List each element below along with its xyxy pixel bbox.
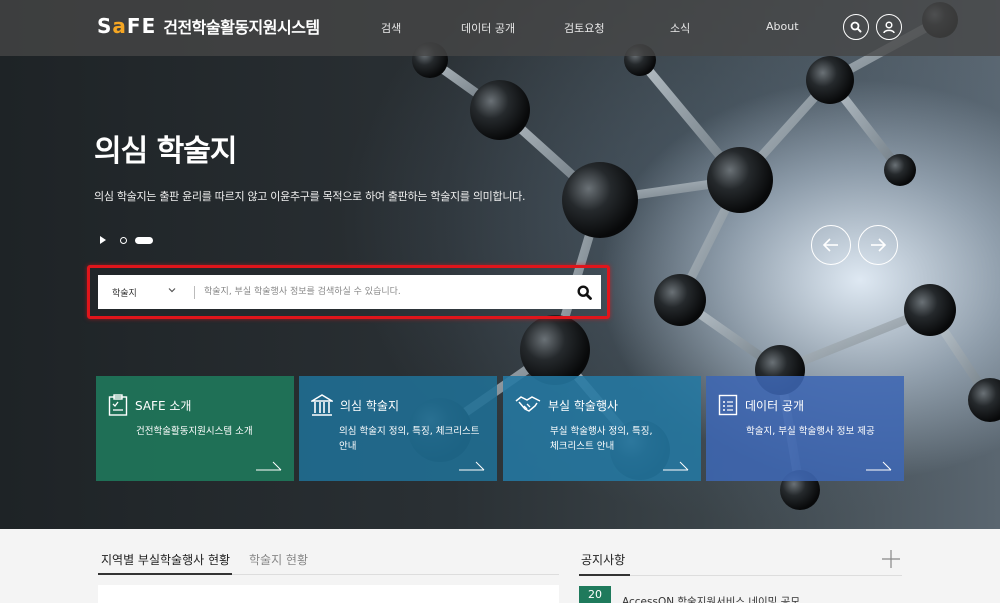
tab-journal-status[interactable]: 학술지 현황 <box>249 551 308 568</box>
card-description: 건전학술활동지원시스템 소개 <box>136 426 253 437</box>
tab-regional-predatory-conference[interactable]: 지역별 부실학술행사 현황 <box>101 551 230 568</box>
card-data-open[interactable]: 데이터 공개 학술지, 부실 학술행사 정보 제공 <box>706 376 904 481</box>
play-icon[interactable] <box>100 236 106 244</box>
bottom-section: 지역별 부실학술행사 현황 학술지 현황 공지사항 20 AccessON 학술… <box>0 529 1000 603</box>
plus-icon[interactable] <box>881 549 901 569</box>
card-safe-intro[interactable]: SAFE 소개 건전학술활동지원시스템 소개 <box>96 376 294 481</box>
handshake-icon <box>515 396 541 412</box>
search-icon <box>576 284 592 300</box>
card-description: 의심 학술지 정의, 특징, 체크리스트 안내 <box>339 426 480 452</box>
tab-underline <box>232 574 559 575</box>
search-icon <box>850 21 862 33</box>
card-title: SAFE 소개 <box>135 398 192 413</box>
notice-divider <box>630 575 902 576</box>
building-icon <box>311 394 333 416</box>
nav-about[interactable]: About <box>766 20 799 33</box>
hero-title: 의심 학술지 <box>94 134 237 169</box>
search-submit-button[interactable] <box>567 275 601 309</box>
logo[interactable]: SaFE 건전학술활동지원시스템 <box>97 14 320 38</box>
long-arrow-icon <box>663 461 689 471</box>
card-predatory-conference[interactable]: 부실 학술행사 부실 학술행사 정의, 특징, 체크리스트 안내 <box>503 376 701 481</box>
search-category-value: 학술지 <box>112 288 137 299</box>
notice-item[interactable]: AccessON 학술지원서비스 네이밍 공모 <box>622 594 800 603</box>
next-slide-button[interactable] <box>858 225 898 265</box>
header-user-button[interactable] <box>876 14 902 40</box>
nav-data-open[interactable]: 데이터 공개 <box>461 20 515 36</box>
card-title: 부실 학술행사 <box>548 398 619 413</box>
search-input[interactable] <box>195 275 567 309</box>
notice-section-title: 공지사항 <box>581 553 626 567</box>
document-list-icon <box>718 394 738 416</box>
tab-content-panel <box>98 585 559 603</box>
user-icon <box>883 20 895 33</box>
slide-indicator-2-active[interactable] <box>135 236 153 244</box>
long-arrow-icon <box>459 461 485 471</box>
header-search-button[interactable] <box>843 14 869 40</box>
tab-active-indicator <box>98 573 232 575</box>
nav-review-request[interactable]: 검토요청 <box>564 20 604 36</box>
prev-slide-button[interactable] <box>811 225 851 265</box>
logo-text: 건전학술활동지원시스템 <box>163 18 320 37</box>
card-title: 데이터 공개 <box>745 398 805 413</box>
card-description: 학술지, 부실 학술행사 정보 제공 <box>746 426 875 437</box>
notice-title-underline <box>579 574 630 576</box>
logo-mark: SaFE <box>97 14 157 38</box>
card-title: 의심 학술지 <box>340 398 400 413</box>
nav-search[interactable]: 검색 <box>381 20 401 36</box>
arrow-right-icon <box>871 238 887 252</box>
card-description: 부실 학술행사 정의, 특징, 체크리스트 안내 <box>550 426 653 452</box>
long-arrow-icon <box>256 461 282 471</box>
nav-news[interactable]: 소식 <box>670 20 690 36</box>
hero-description: 의심 학술지는 출판 윤리를 따르지 않고 이윤추구를 목적으로 하여 출판하는… <box>94 190 526 203</box>
clipboard-icon <box>108 394 128 416</box>
arrow-left-icon <box>822 238 838 252</box>
slide-controls <box>100 236 153 244</box>
long-arrow-icon <box>866 461 892 471</box>
notice-date-badge: 20 <box>579 586 611 603</box>
top-header: SaFE 건전학술활동지원시스템 검색 데이터 공개 검토요청 소식 About <box>0 0 1000 56</box>
search-bar: 학술지 <box>98 275 601 309</box>
card-suspicious-journal[interactable]: 의심 학술지 의심 학술지 정의, 특징, 체크리스트 안내 <box>299 376 497 481</box>
chevron-down-icon <box>168 288 176 293</box>
slide-indicator-1[interactable] <box>120 236 127 244</box>
search-category-select[interactable]: 학술지 <box>98 275 194 309</box>
